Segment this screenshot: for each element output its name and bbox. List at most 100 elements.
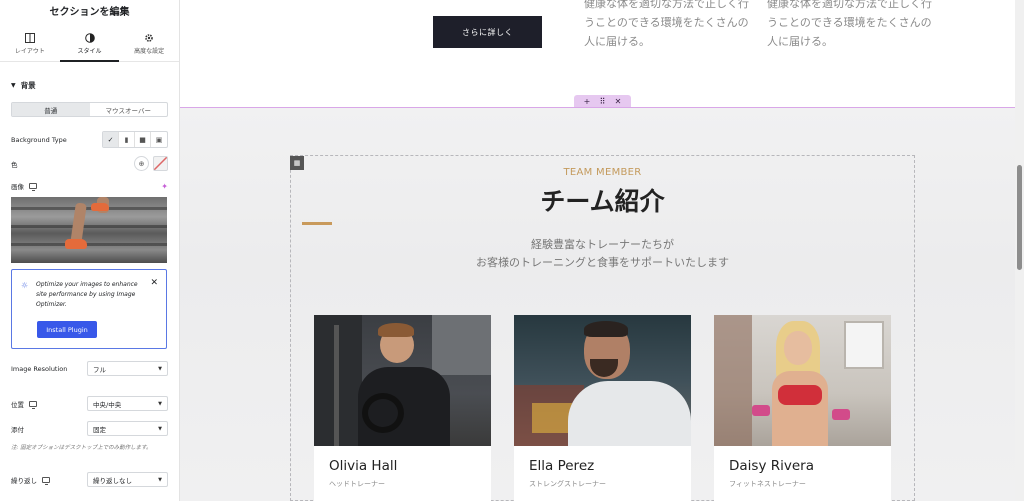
repeat-select[interactable]: 繰り返しなし ▼: [87, 472, 168, 487]
image-resolution-row: Image Resolution フル ▼: [11, 361, 168, 376]
image-label: 画像: [11, 183, 24, 191]
top-section: さらに詳しく 健康な体を適切な方法で正しく行うことのできる環境をたくさんの人に届…: [180, 0, 1015, 107]
install-plugin-button[interactable]: Install Plugin: [37, 321, 97, 338]
window: [844, 321, 884, 369]
slideshow-icon[interactable]: ▣: [151, 132, 167, 147]
brick-wall: [714, 315, 752, 446]
top-text-right: 健康な体を適切な方法で正しく行うことのできる環境をたくさんの人に届ける。: [767, 0, 932, 48]
attachment-note: 注: 固定オプションはデスクトップ上でのみ動作します。: [11, 445, 152, 451]
person-face: [784, 331, 812, 365]
image-resolution-select[interactable]: フル ▼: [87, 361, 168, 376]
repeat-label: 繰り返し: [11, 476, 37, 485]
team-card[interactable]: Daisy Rivera フィットネストレーナー: [714, 315, 891, 501]
attachment-row: 添付 固定 ▼: [11, 421, 168, 436]
desktop-icon[interactable]: [29, 183, 37, 191]
team-card[interactable]: Ella Perez ストレングストレーナー: [514, 315, 691, 501]
member-role: フィットネストレーナー: [729, 480, 806, 488]
person-equipment: [362, 393, 404, 433]
top-text-left: 健康な体を適切な方法で正しく行うことのできる環境をたくさんの人に届ける。: [584, 0, 749, 48]
scrollbar-thumb[interactable]: [1017, 165, 1022, 270]
image-resolution-label: Image Resolution: [11, 364, 68, 373]
color-swatch[interactable]: [153, 156, 168, 171]
contrast-icon: [84, 32, 95, 43]
desktop-icon[interactable]: [42, 476, 50, 485]
team-card[interactable]: Olivia Hall ヘッドトレーナー: [314, 315, 491, 501]
tab-style[interactable]: スタイル: [59, 26, 120, 62]
position-label: 位置: [11, 400, 24, 409]
panel-tabs: レイアウト スタイル 高度な設定: [0, 26, 179, 62]
drag-handle-icon[interactable]: ⠿: [600, 97, 606, 106]
gym-background: [532, 403, 572, 433]
repeat-value: 繰り返しなし: [93, 476, 132, 485]
color-label: 色: [11, 160, 18, 169]
gym-wall: [432, 315, 491, 375]
heading-divider: [302, 222, 332, 225]
person-body: [772, 371, 828, 446]
brush-icon[interactable]: ✓: [103, 132, 119, 147]
add-icon[interactable]: +: [584, 97, 591, 106]
image-resolution-value: フル: [93, 365, 106, 374]
desktop-icon[interactable]: [29, 400, 37, 409]
state-hover-tab[interactable]: マウスオーバー: [90, 103, 168, 116]
tab-style-label: スタイル: [77, 47, 102, 55]
background-type-choices: ✓ ▮ ■ ▣: [102, 131, 168, 148]
team-heading: チーム紹介: [540, 187, 665, 216]
image-optimizer-notice: ☼ Optimize your images to enhance site p…: [11, 269, 167, 349]
close-icon[interactable]: ✕: [150, 278, 158, 288]
background-image-preview[interactable]: [11, 197, 167, 263]
state-normal-tab[interactable]: 普通: [12, 103, 90, 116]
preview-step: [11, 225, 167, 228]
lightbulb-icon: ☼: [21, 281, 29, 290]
chevron-down-icon: ▼: [158, 400, 162, 407]
member-role: ヘッドトレーナー: [329, 480, 385, 488]
chevron-down-icon: ▼: [158, 425, 162, 432]
color-row: 色 ⊕: [11, 156, 168, 171]
chevron-down-icon: ▼: [158, 476, 162, 483]
background-type-row: Background Type ✓ ▮ ■ ▣: [11, 131, 168, 148]
dumbbell: [752, 405, 770, 416]
tab-advanced[interactable]: 高度な設定: [119, 26, 179, 61]
panel-title: セクションを編集: [49, 7, 130, 18]
team-eyebrow: TEAM MEMBER: [563, 167, 642, 178]
member-name: Ella Perez: [529, 458, 595, 474]
tab-layout[interactable]: レイアウト: [0, 26, 60, 61]
team-description: 経験豊富なトレーナーたちが お客様のトレーニングと食事をサポートいたします: [180, 236, 1015, 272]
position-label-group: 位置: [11, 399, 37, 409]
learn-more-button[interactable]: さらに詳しく: [433, 16, 542, 48]
member-photo: [714, 315, 891, 446]
repeat-row: 繰り返し 繰り返しなし ▼: [11, 472, 168, 487]
attachment-label: 添付: [11, 425, 24, 434]
close-icon[interactable]: ✕: [615, 97, 622, 106]
ai-sparkle-icon[interactable]: ✦: [161, 182, 168, 191]
background-type-label: Background Type: [11, 135, 67, 144]
member-name: Olivia Hall: [329, 458, 398, 474]
background-section-toggle[interactable]: ▼ 背景: [0, 70, 179, 100]
gradient-icon[interactable]: ▮: [119, 132, 135, 147]
member-photo: [314, 315, 491, 446]
member-role: ストレングストレーナー: [529, 480, 606, 488]
section-handle: + ⠿ ✕: [574, 95, 631, 107]
image-row: 画像 ✦: [11, 181, 168, 191]
gear-icon: [145, 33, 153, 42]
video-icon[interactable]: ■: [135, 132, 151, 147]
person-top: [778, 385, 822, 405]
position-row: 位置 中央/中央 ▼: [11, 396, 168, 411]
caret-down-icon: ▼: [11, 81, 16, 89]
attachment-select[interactable]: 固定 ▼: [87, 421, 168, 436]
member-name: Daisy Rivera: [729, 458, 814, 474]
globe-icon[interactable]: ⊕: [134, 156, 149, 171]
member-photo: [514, 315, 691, 446]
image-label-group: 画像: [11, 181, 37, 191]
section-outline: [180, 107, 1015, 108]
tab-layout-label: レイアウト: [14, 47, 45, 55]
color-controls: ⊕: [134, 156, 168, 171]
position-select[interactable]: 中央/中央 ▼: [87, 396, 168, 411]
chevron-down-icon: ▼: [158, 365, 162, 372]
state-toggle: 普通 マウスオーバー: [11, 102, 168, 117]
person-hair: [378, 323, 414, 337]
background-section-title: 背景: [20, 80, 36, 90]
tab-advanced-label: 高度な設定: [134, 47, 165, 55]
person-shirt: [568, 381, 691, 446]
person-hair: [584, 321, 628, 337]
preview-shoe: [65, 239, 87, 249]
